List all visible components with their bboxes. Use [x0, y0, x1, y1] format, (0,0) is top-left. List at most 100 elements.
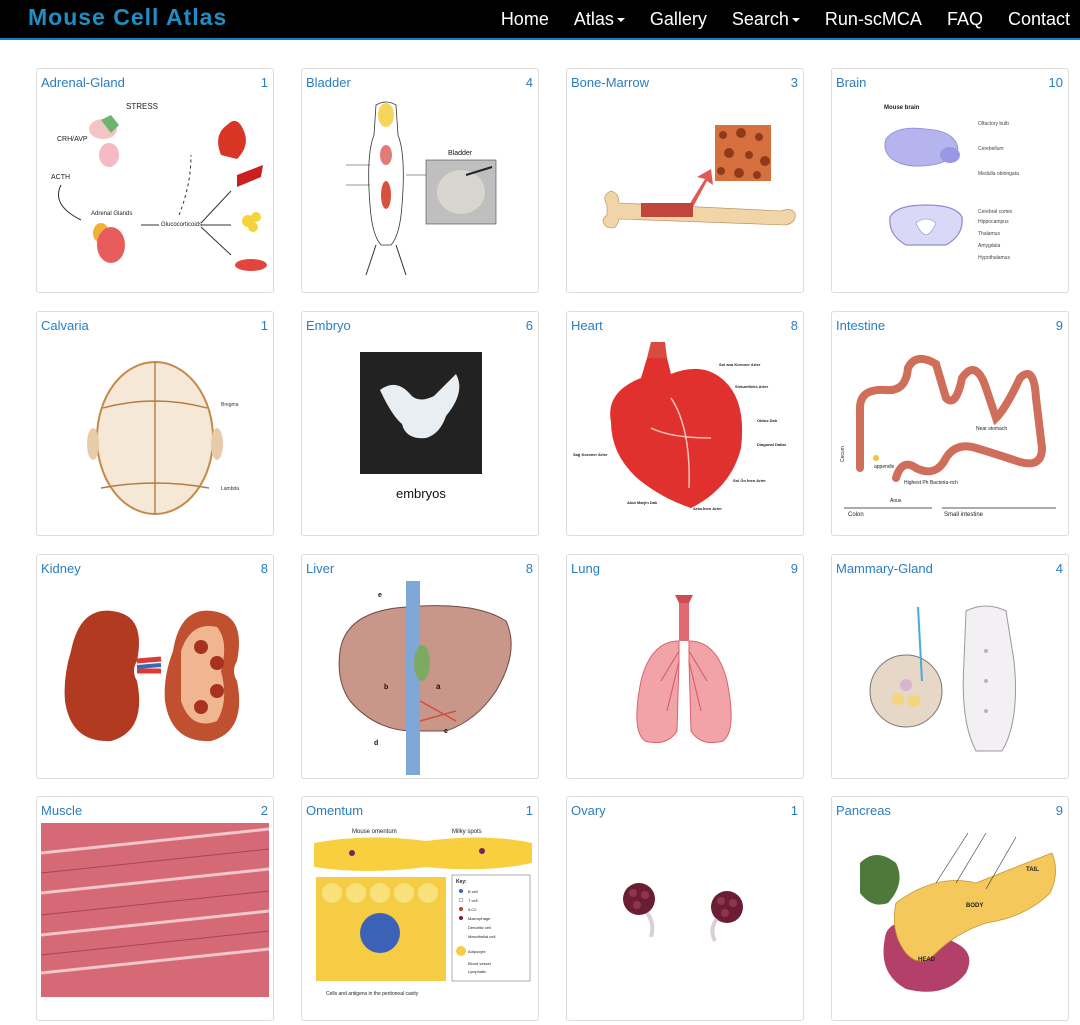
image-label: Mesothelial cell: [468, 934, 495, 939]
tissue-name[interactable]: Omentum: [306, 803, 363, 818]
nav-search-dropdown[interactable]: Search: [732, 9, 800, 30]
tissue-name[interactable]: Bone-Marrow: [571, 75, 649, 90]
tissue-name[interactable]: Liver: [306, 561, 334, 576]
image-label: STRESS: [126, 102, 158, 111]
tissue-card-intestine[interactable]: Intestine 9 Cecum appendix Highest Ph Ba…: [831, 311, 1069, 536]
image-label: Sirkumfleks Arter: [735, 384, 769, 389]
nav-contact[interactable]: Contact: [1008, 9, 1070, 30]
muscle-image[interactable]: [41, 823, 269, 1017]
embryo-image[interactable]: embryos: [306, 338, 534, 532]
image-label: Small intestine: [944, 512, 984, 518]
intestine-image[interactable]: Cecum appendix Highest Ph Bacteria-rich …: [836, 338, 1064, 532]
mammary-gland-image[interactable]: [836, 581, 1064, 775]
image-label: TAIL: [1026, 867, 1039, 873]
tissue-name[interactable]: Intestine: [836, 318, 885, 333]
image-label: Glucocorticoids: [161, 222, 202, 228]
tissue-name[interactable]: Calvaria: [41, 318, 89, 333]
lung-image[interactable]: [571, 581, 799, 775]
tissue-card-heart[interactable]: Heart 8 Sol ana Koroner Arter Sirkumflek…: [566, 311, 804, 536]
tissue-card-bone-marrow[interactable]: Bone-Marrow 3: [566, 68, 804, 293]
tissue-count: 2: [260, 803, 268, 818]
tissue-name[interactable]: Lung: [571, 561, 600, 576]
nav-gallery[interactable]: Gallery: [650, 9, 707, 30]
tissue-card-mammary-gland[interactable]: Mammary-Gland 4: [831, 554, 1069, 779]
tissue-count: 8: [525, 561, 533, 576]
tissue-name[interactable]: Adrenal-Gland: [41, 75, 125, 90]
nav-atlas-dropdown[interactable]: Atlas: [574, 9, 625, 30]
tissue-name[interactable]: Kidney: [41, 561, 81, 576]
image-label: Bregma: [221, 402, 239, 408]
tissue-name[interactable]: Brain: [836, 75, 866, 90]
tissue-name[interactable]: Pancreas: [836, 803, 891, 818]
tissue-card-embryo[interactable]: Embryo 6 embryos: [301, 311, 539, 536]
tissue-card-pancreas[interactable]: Pancreas 9 TAIL BODY HEAD: [831, 796, 1069, 1021]
ovary-image[interactable]: [571, 823, 799, 1017]
tissue-count: 9: [790, 561, 798, 576]
brain-image[interactable]: Mouse brain Olfactory bulb Cerebellum Me…: [836, 95, 1064, 289]
image-label: Milky spots: [452, 829, 482, 835]
image-label: Key:: [456, 879, 467, 885]
calvaria-image[interactable]: Bregma Lambda: [41, 338, 269, 532]
pancreas-image[interactable]: TAIL BODY HEAD: [836, 823, 1064, 1017]
tissue-card-muscle[interactable]: Muscle 2: [36, 796, 274, 1021]
tissue-card-omentum[interactable]: Omentum 1 Mouse omentum Milky spots Key:…: [301, 796, 539, 1021]
tissue-count: 8: [260, 561, 268, 576]
image-label: a: [436, 682, 441, 691]
image-label: b: [384, 684, 388, 691]
tissue-count: 3: [790, 75, 798, 90]
image-label: Akut Marjin Dalı: [627, 500, 657, 505]
image-label: c: [444, 728, 448, 735]
image-label: Cerebral cortex: [978, 209, 1013, 215]
bone-marrow-image[interactable]: [571, 95, 799, 289]
tissue-count: 10: [1048, 75, 1063, 90]
image-label: Obtus Dalı: [757, 418, 777, 423]
tissue-card-bladder[interactable]: Bladder 4 Bladder: [301, 68, 539, 293]
image-label: Highest Ph Bacteria-rich: [904, 480, 958, 486]
image-label: Medulla oblongata: [978, 171, 1019, 177]
tissue-count: 1: [790, 803, 798, 818]
image-label: Hypothalamus: [978, 255, 1010, 261]
image-label: BODY: [966, 903, 983, 909]
image-label: Adrenal Glands: [91, 211, 132, 217]
kidney-image[interactable]: [41, 581, 269, 775]
tissue-count: 1: [525, 803, 533, 818]
tissue-card-lung[interactable]: Lung 9: [566, 554, 804, 779]
nav-home[interactable]: Home: [501, 9, 549, 30]
image-label: Cells and antigens in the peritoneal cav…: [326, 991, 419, 997]
image-label: Lymphatic: [468, 969, 486, 974]
tissue-card-adrenal-gland[interactable]: Adrenal-Gland 1 STRESS CRH/AVP ACTH Adre…: [36, 68, 274, 293]
tissue-name[interactable]: Embryo: [306, 318, 351, 333]
nav-faq[interactable]: FAQ: [947, 9, 983, 30]
image-label: Thalamus: [978, 231, 1000, 237]
image-label: HEAD: [918, 957, 936, 963]
adrenal-gland-image[interactable]: STRESS CRH/AVP ACTH Adrenal Glands Gluco…: [41, 95, 269, 289]
tissue-name[interactable]: Muscle: [41, 803, 82, 818]
image-label: Cerebellum: [978, 146, 1004, 152]
tissue-card-liver[interactable]: Liver 8 e a b c d: [301, 554, 539, 779]
tissue-name[interactable]: Bladder: [306, 75, 351, 90]
image-label: Arka İnen Arter: [693, 506, 722, 511]
image-label: embryos: [396, 486, 446, 501]
tissue-card-kidney[interactable]: Kidney 8: [36, 554, 274, 779]
heart-image[interactable]: Sol ana Koroner Arter Sirkumfleks Arter …: [571, 338, 799, 532]
image-label: T cell: [468, 898, 478, 903]
tissue-card-ovary[interactable]: Ovary 1: [566, 796, 804, 1021]
tissue-name[interactable]: Mammary-Gland: [836, 561, 933, 576]
tissue-count: 6: [525, 318, 533, 333]
image-label: Diagonal Dallar: [757, 442, 787, 447]
nav-search-label: Search: [731, 8, 789, 29]
image-label: Dendritic cell: [468, 925, 491, 930]
brand-logo[interactable]: Mouse Cell Atlas: [28, 4, 227, 31]
tissue-card-calvaria[interactable]: Calvaria 1 Bregma Lambda: [36, 311, 274, 536]
tissue-card-brain[interactable]: Brain 10 Mouse brain Olfactory bulb Cere…: [831, 68, 1069, 293]
tissue-count: 9: [1055, 803, 1063, 818]
image-label: appendix: [874, 464, 895, 470]
liver-image[interactable]: e a b c d: [306, 581, 534, 775]
tissue-name[interactable]: Heart: [571, 318, 603, 333]
image-label: Macrophage: [468, 916, 491, 921]
omentum-image[interactable]: Mouse omentum Milky spots Key: B cell T …: [306, 823, 534, 1017]
tissue-name[interactable]: Ovary: [571, 803, 606, 818]
nav-run-scmca[interactable]: Run-scMCA: [825, 9, 922, 30]
nav-home-label: Home: [500, 8, 549, 29]
bladder-image[interactable]: Bladder: [306, 95, 534, 289]
